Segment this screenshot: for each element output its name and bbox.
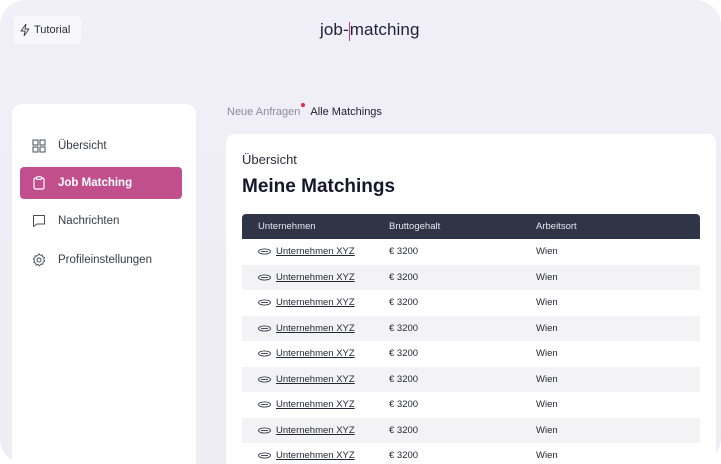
column-header-arbeitsort: Arbeitsort — [536, 221, 577, 232]
sidebar-item-label: Job Matching — [58, 177, 133, 189]
matchings-table: Unternehmen Bruttogehalt Arbeitsort Unte… — [242, 214, 700, 464]
table-row[interactable]: Unternehmen XYZ € 3200 Wien — [242, 315, 700, 341]
matchings-card: Übersicht Meine Matchings Unternehmen Br… — [226, 134, 716, 464]
table-row[interactable]: Unternehmen XYZ € 3200 Wien — [242, 417, 700, 443]
company-cell: Unternehmen XYZ — [242, 450, 389, 461]
company-link[interactable]: Unternehmen XYZ — [276, 425, 355, 436]
location-cell: Wien — [536, 373, 558, 385]
page-title: Meine Matchings — [242, 176, 396, 197]
company-link[interactable]: Unternehmen XYZ — [276, 323, 355, 334]
company-logo-icon — [258, 401, 271, 408]
salary-cell: € 3200 — [389, 348, 419, 360]
location-cell: Wien — [536, 246, 558, 258]
company-cell: Unternehmen XYZ — [242, 272, 389, 283]
sidebar-item-profileinstellungen[interactable]: Profileinstellungen — [20, 244, 182, 276]
table-body: Unternehmen XYZ € 3200 Wien Unternehmen … — [242, 239, 700, 464]
location-cell: Wien — [536, 424, 558, 436]
location-cell: Wien — [536, 450, 558, 462]
table-row[interactable]: Unternehmen XYZ € 3200 Wien — [242, 392, 700, 418]
company-logo-icon — [258, 452, 271, 459]
table-header: Unternehmen Bruttogehalt Arbeitsort — [242, 214, 700, 239]
salary-cell: € 3200 — [389, 246, 419, 258]
company-link[interactable]: Unternehmen XYZ — [276, 450, 355, 461]
clipboard-icon — [33, 176, 45, 190]
salary-cell: € 3200 — [389, 450, 419, 462]
company-link[interactable]: Unternehmen XYZ — [276, 297, 355, 308]
company-logo-icon — [258, 325, 271, 332]
company-cell: Unternehmen XYZ — [242, 297, 389, 308]
salary-cell: € 3200 — [389, 297, 419, 309]
column-header-bruttogehalt: Bruttogehalt — [389, 221, 441, 232]
table-row[interactable]: Unternehmen XYZ € 3200 Wien — [242, 341, 700, 367]
sidebar-item-uebersicht[interactable]: Übersicht — [20, 130, 182, 162]
notification-dot — [301, 103, 306, 107]
company-link[interactable]: Unternehmen XYZ — [276, 348, 355, 359]
tab-bar: Neue Anfragen Alle Matchings — [227, 103, 382, 118]
company-cell: Unternehmen XYZ — [242, 323, 389, 334]
tab-alle-matchings[interactable]: Alle Matchings — [310, 106, 382, 118]
company-logo-icon — [258, 274, 271, 281]
salary-cell: € 3200 — [389, 373, 419, 385]
company-logo-icon — [258, 299, 271, 306]
sidebar-item-label: Übersicht — [58, 140, 107, 152]
company-link[interactable]: Unternehmen XYZ — [276, 246, 355, 257]
company-cell: Unternehmen XYZ — [242, 399, 389, 410]
company-logo-icon — [258, 350, 271, 357]
table-row[interactable]: Unternehmen XYZ € 3200 Wien — [242, 239, 700, 265]
logo-part-matching: matching — [349, 20, 420, 39]
location-cell: Wien — [536, 271, 558, 283]
column-header-unternehmen: Unternehmen — [258, 221, 316, 232]
company-link[interactable]: Unternehmen XYZ — [276, 272, 355, 283]
gear-icon — [32, 253, 46, 267]
salary-cell: € 3200 — [389, 271, 419, 283]
sidebar-item-job-matching[interactable]: Job Matching — [20, 167, 182, 199]
location-cell: Wien — [536, 399, 558, 411]
logo: job-matching — [320, 20, 420, 41]
grid-icon — [32, 139, 46, 153]
location-cell: Wien — [536, 348, 558, 360]
sidebar: Übersicht Job Matching Nachrichten Profi… — [12, 104, 196, 464]
table-row[interactable]: Unternehmen XYZ € 3200 Wien — [242, 290, 700, 316]
location-cell: Wien — [536, 322, 558, 334]
company-cell: Unternehmen XYZ — [242, 425, 389, 436]
tab-label: Alle Matchings — [310, 106, 382, 118]
table-row[interactable]: Unternehmen XYZ € 3200 Wien — [242, 264, 700, 290]
salary-cell: € 3200 — [389, 399, 419, 411]
lightning-icon — [20, 24, 30, 36]
company-cell: Unternehmen XYZ — [242, 374, 389, 385]
sidebar-item-label: Nachrichten — [58, 215, 120, 227]
salary-cell: € 3200 — [389, 322, 419, 334]
company-cell: Unternehmen XYZ — [242, 348, 389, 359]
tutorial-button[interactable]: Tutorial — [14, 16, 81, 44]
table-row[interactable]: Unternehmen XYZ € 3200 Wien — [242, 443, 700, 464]
company-logo-icon — [258, 376, 271, 383]
table-row[interactable]: Unternehmen XYZ € 3200 Wien — [242, 366, 700, 392]
sidebar-item-label: Profileinstellungen — [58, 254, 152, 266]
sidebar-item-nachrichten[interactable]: Nachrichten — [20, 205, 182, 237]
logo-cursor — [348, 21, 350, 41]
tab-neue-anfragen[interactable]: Neue Anfragen — [227, 103, 306, 118]
app-window: Tutorial job-matching Übersicht Job Matc… — [0, 0, 721, 464]
tab-label: Neue Anfragen — [227, 106, 301, 118]
card-subtitle: Übersicht — [242, 152, 297, 167]
company-link[interactable]: Unternehmen XYZ — [276, 399, 355, 410]
company-logo-icon — [258, 427, 271, 434]
location-cell: Wien — [536, 297, 558, 309]
company-logo-icon — [258, 248, 271, 255]
company-cell: Unternehmen XYZ — [242, 246, 389, 257]
logo-part-job: job- — [320, 20, 349, 39]
chat-icon — [33, 215, 45, 227]
company-link[interactable]: Unternehmen XYZ — [276, 374, 355, 385]
salary-cell: € 3200 — [389, 424, 419, 436]
tutorial-label: Tutorial — [34, 24, 71, 36]
